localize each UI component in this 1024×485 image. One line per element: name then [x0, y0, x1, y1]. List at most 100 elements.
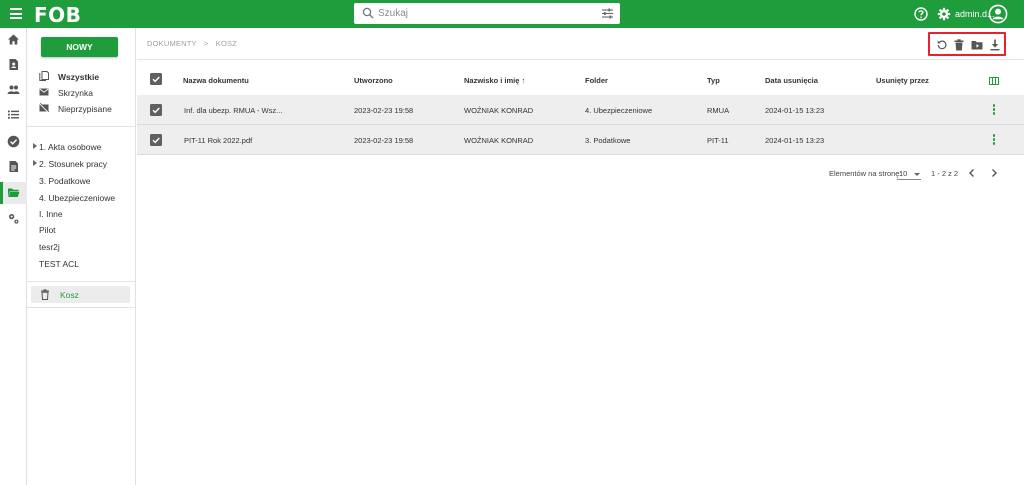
- cell-folder: 4. Ubezpieczeniowe: [585, 106, 653, 115]
- download-icon[interactable]: [989, 39, 1001, 51]
- sidebar-item-all[interactable]: Wszystkie: [27, 68, 135, 84]
- cell-type: PIT-11: [707, 136, 729, 145]
- user-avatar-icon[interactable]: [988, 4, 1008, 24]
- cell-created: 2023-02-23 19:58: [354, 106, 414, 115]
- delete-icon[interactable]: [953, 39, 965, 51]
- folder-label: 1. Akta osobowe: [39, 142, 102, 152]
- rail-tasks[interactable]: [0, 131, 27, 153]
- row-menu-icon[interactable]: [992, 104, 996, 116]
- cell-deleted-date: 2024-01-15 13:23: [765, 136, 825, 145]
- row-menu-icon[interactable]: [992, 134, 996, 146]
- select-all-checkbox[interactable]: [150, 73, 162, 85]
- items-per-page-select[interactable]: 10: [897, 166, 921, 180]
- row-checkbox[interactable]: [150, 104, 162, 116]
- folder-item[interactable]: 4. Ubezpieczeniowe: [27, 189, 135, 205]
- column-settings-icon[interactable]: [989, 77, 999, 85]
- filter-settings-icon[interactable]: [601, 7, 614, 20]
- people-icon: [7, 85, 20, 94]
- documents-icon: [39, 71, 49, 81]
- check-circle-icon: [7, 135, 20, 148]
- column-header-person[interactable]: Nazwisko i imię ↑: [464, 76, 525, 85]
- folder-item[interactable]: 2. Stosunek pracy: [27, 155, 135, 171]
- new-button[interactable]: NOWY: [41, 37, 118, 57]
- folder-label: tesr2j: [39, 242, 60, 252]
- next-page-icon[interactable]: [988, 167, 1000, 179]
- folder-label: I. Inne: [39, 209, 63, 219]
- rail-employee-files[interactable]: [0, 54, 27, 76]
- restore-icon[interactable]: [936, 39, 948, 51]
- folder-item[interactable]: Pilot: [27, 221, 135, 237]
- rail-documents[interactable]: [0, 156, 27, 178]
- checkmark-icon: [152, 107, 160, 114]
- nav-rail: [0, 28, 27, 485]
- folder-item[interactable]: TEST ACL: [27, 255, 135, 271]
- column-header-name[interactable]: Nazwa dokumentu: [183, 76, 249, 85]
- trash-icon: [41, 289, 49, 300]
- settings-icon: [9, 214, 19, 224]
- sidebar-divider: [27, 126, 135, 127]
- sidebar-item-label: Skrzynka: [58, 88, 93, 98]
- table-row[interactable]: Inf. dla ubezp. RMUA - Wsz... 2023-02-23…: [137, 95, 1024, 125]
- column-header-deleted-by[interactable]: Usunięty przez: [876, 76, 929, 85]
- folder-label: 2. Stosunek pracy: [39, 159, 108, 169]
- rail-employees[interactable]: [0, 79, 27, 101]
- expand-arrow-icon[interactable]: [33, 143, 37, 149]
- breadcrumb-root[interactable]: DOKUMENTY: [147, 39, 197, 48]
- search-icon: [362, 7, 374, 19]
- checkmark-icon: [152, 137, 160, 144]
- expand-arrow-icon[interactable]: [33, 160, 37, 166]
- cell-type: RMUA: [707, 106, 730, 115]
- rail-list[interactable]: [0, 104, 27, 126]
- items-per-page-value: 10: [899, 169, 908, 178]
- column-header-created[interactable]: Utworzono: [354, 76, 393, 85]
- folder-label: 4. Ubezpieczeniowe: [39, 193, 116, 203]
- checkmark-icon: [152, 76, 160, 83]
- sidebar-item-label: Kosz: [60, 290, 79, 300]
- mail-icon: [39, 88, 49, 96]
- sidebar-item-inbox[interactable]: Skrzynka: [27, 84, 135, 100]
- rail-home[interactable]: [0, 29, 27, 51]
- column-header-folder[interactable]: Folder: [585, 76, 608, 85]
- search-box[interactable]: [354, 3, 620, 24]
- column-header-type[interactable]: Typ: [707, 76, 720, 85]
- menu-icon[interactable]: [10, 8, 22, 19]
- folder-label: Pilot: [39, 225, 56, 235]
- table-row[interactable]: PIT-11 Rok 2022.pdf 2023-02-23 19:58 WOŹ…: [137, 125, 1024, 155]
- previous-page-icon[interactable]: [966, 167, 978, 179]
- document-icon: [9, 161, 18, 172]
- bulk-actions-toolbar: [928, 32, 1006, 56]
- sidebar-item-unassigned[interactable]: Nieprzypisane: [27, 100, 135, 116]
- help-icon[interactable]: [914, 7, 928, 21]
- cell-name[interactable]: PIT-11 Rok 2022.pdf: [184, 136, 252, 145]
- page-range: 1 - 2 z 2: [931, 169, 959, 178]
- folder-item[interactable]: I. Inne: [27, 205, 135, 221]
- search-input[interactable]: [378, 5, 578, 22]
- home-icon: [8, 34, 19, 45]
- cell-person: WOŹNIAK KONRAD: [464, 106, 534, 115]
- rail-folders[interactable]: [0, 182, 27, 204]
- row-checkbox[interactable]: [150, 134, 162, 146]
- cell-name[interactable]: Inf. dla ubezp. RMUA - Wsz...: [184, 106, 282, 115]
- app-logo[interactable]: FOB: [34, 3, 81, 27]
- column-header-deleted-date[interactable]: Data usunięcia: [765, 76, 818, 85]
- folder-open-icon: [8, 188, 20, 197]
- folder-item[interactable]: 1. Akta osobowe: [27, 138, 135, 154]
- sidebar-item-label: Nieprzypisane: [58, 104, 112, 114]
- folder-item[interactable]: 3. Podatkowe: [27, 172, 135, 188]
- breadcrumb-separator: >: [203, 39, 209, 48]
- move-to-folder-icon[interactable]: [971, 39, 983, 51]
- rail-settings[interactable]: [0, 208, 27, 230]
- gear-icon[interactable]: [937, 7, 951, 21]
- cell-person: WOŹNIAK KONRAD: [464, 136, 534, 145]
- items-per-page-label: Elementów na stronę:: [829, 169, 902, 178]
- unassigned-mail-icon: [39, 103, 49, 113]
- folder-item[interactable]: tesr2j: [27, 238, 135, 254]
- folder-label: TEST ACL: [39, 259, 79, 269]
- cell-created: 2023-02-23 19:58: [354, 136, 414, 145]
- sidebar-item-trash[interactable]: Kosz: [31, 286, 130, 303]
- sidebar-divider: [27, 307, 135, 308]
- list-icon: [8, 110, 19, 119]
- breadcrumb: DOKUMENTY > KOSZ: [147, 39, 237, 48]
- person-document-icon: [9, 59, 18, 70]
- sidebar-item-label: Wszystkie: [58, 72, 100, 82]
